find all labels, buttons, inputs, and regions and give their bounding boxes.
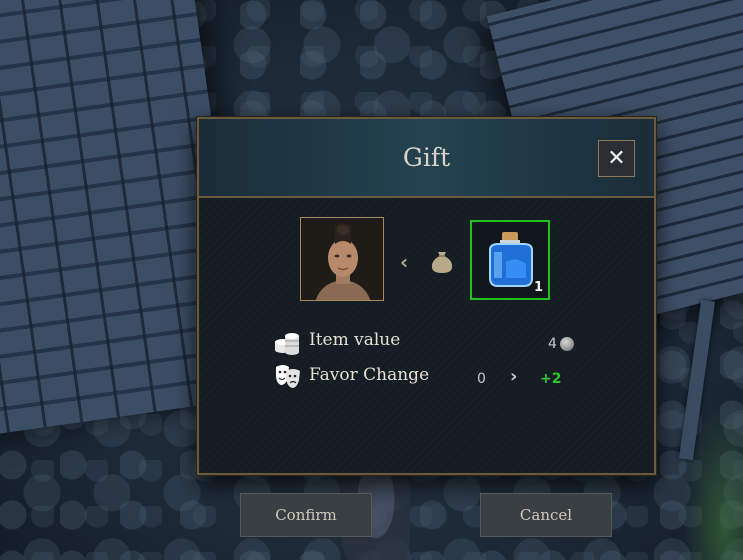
grass-patch [683,400,743,560]
silver-coin-icon [560,337,574,351]
favor-gain-value: +2 [540,371,562,387]
coin-bag-icon [429,246,455,278]
favor-current-value: 0 [477,371,486,387]
close-button[interactable]: ✕ [598,140,635,177]
cancel-button[interactable]: Cancel [480,493,612,537]
dialog-title: Gift [402,143,451,172]
dialog-body: ‹ 1 Item value 4 Favor Change 0 › +2 Con… [199,198,654,537]
dialog-header: Gift ✕ [199,119,654,198]
close-icon: ✕ [607,146,626,171]
gift-dialog: Gift ✕ ‹ 1 Item value 4 Favor Change 0 ›… [197,117,656,537]
npc-portrait-image [301,218,383,300]
chevron-right-icon: › [510,366,518,387]
item-value-amount: 4 [548,336,557,352]
favor-change-label: Favor Change [309,365,430,385]
chevron-left-icon: ‹ [400,250,409,274]
item-count: 1 [533,280,543,295]
theater-masks-icon [274,363,302,393]
coin-stack-icon [274,328,300,360]
item-value-row: Item value 4 [274,328,584,358]
favor-change-row: Favor Change 0 › +2 [274,363,584,393]
npc-portrait [300,217,384,301]
confirm-button[interactable]: Confirm [240,493,372,537]
item-value-label: Item value [309,330,401,350]
gift-item-slot[interactable]: 1 [470,220,550,300]
